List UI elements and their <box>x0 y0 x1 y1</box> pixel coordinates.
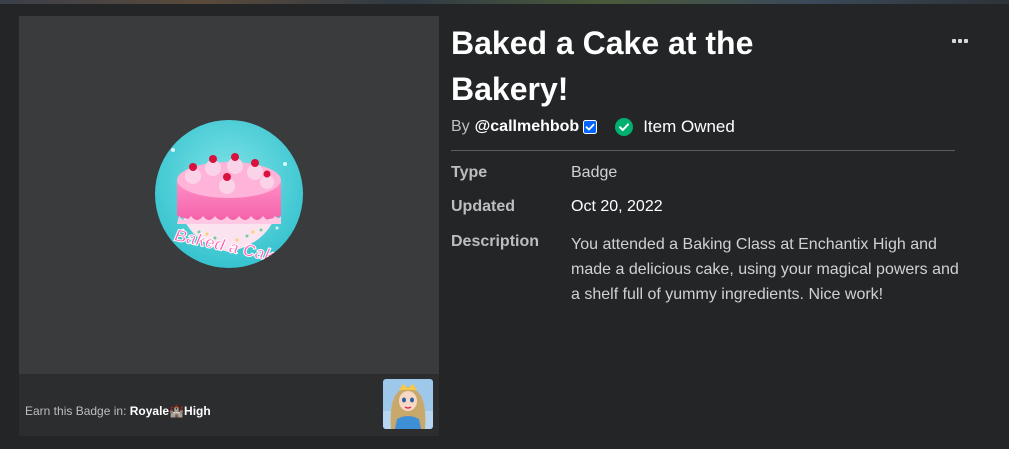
background-banner-strip <box>0 0 1009 4</box>
creator-link[interactable]: @callmehbob <box>475 118 580 136</box>
badge-image: Baked a Cake <box>155 120 303 268</box>
earn-badge-bar: Earn this Badge in: Royale🏰High <box>19 374 439 436</box>
more-dots-icon <box>952 39 956 43</box>
badge-media-panel: Baked a Cake Earn this Badge in: Royale🏰… <box>19 16 439 436</box>
by-label: By <box>451 118 470 135</box>
earn-badge-text: Earn this Badge in: Royale🏰High <box>25 404 211 418</box>
checkmark-circle-icon <box>615 118 634 136</box>
updated-label: Updated <box>451 198 515 215</box>
item-owned-label: Item Owned <box>643 117 735 136</box>
badge-thumbnail-area: Baked a Cake <box>19 16 439 374</box>
type-label: Type <box>451 164 488 181</box>
details-divider <box>451 150 955 151</box>
creator-byline: By @callmehbob Item Owned <box>451 116 735 138</box>
description-text: You attended a Baking Class at Enchantix… <box>571 236 959 303</box>
earn-game-link[interactable]: Royale🏰High <box>130 404 211 418</box>
earn-label: Earn this Badge in: <box>25 404 127 418</box>
badge-title: Baked a Cake at the Bakery! <box>451 25 754 107</box>
description-label: Description <box>451 233 540 250</box>
game-thumbnail[interactable] <box>383 379 433 429</box>
updated-value: Oct 20, 2022 <box>571 198 663 215</box>
type-value: Badge <box>571 164 618 181</box>
more-options-button[interactable] <box>952 39 972 47</box>
verified-badge-icon <box>583 120 598 134</box>
